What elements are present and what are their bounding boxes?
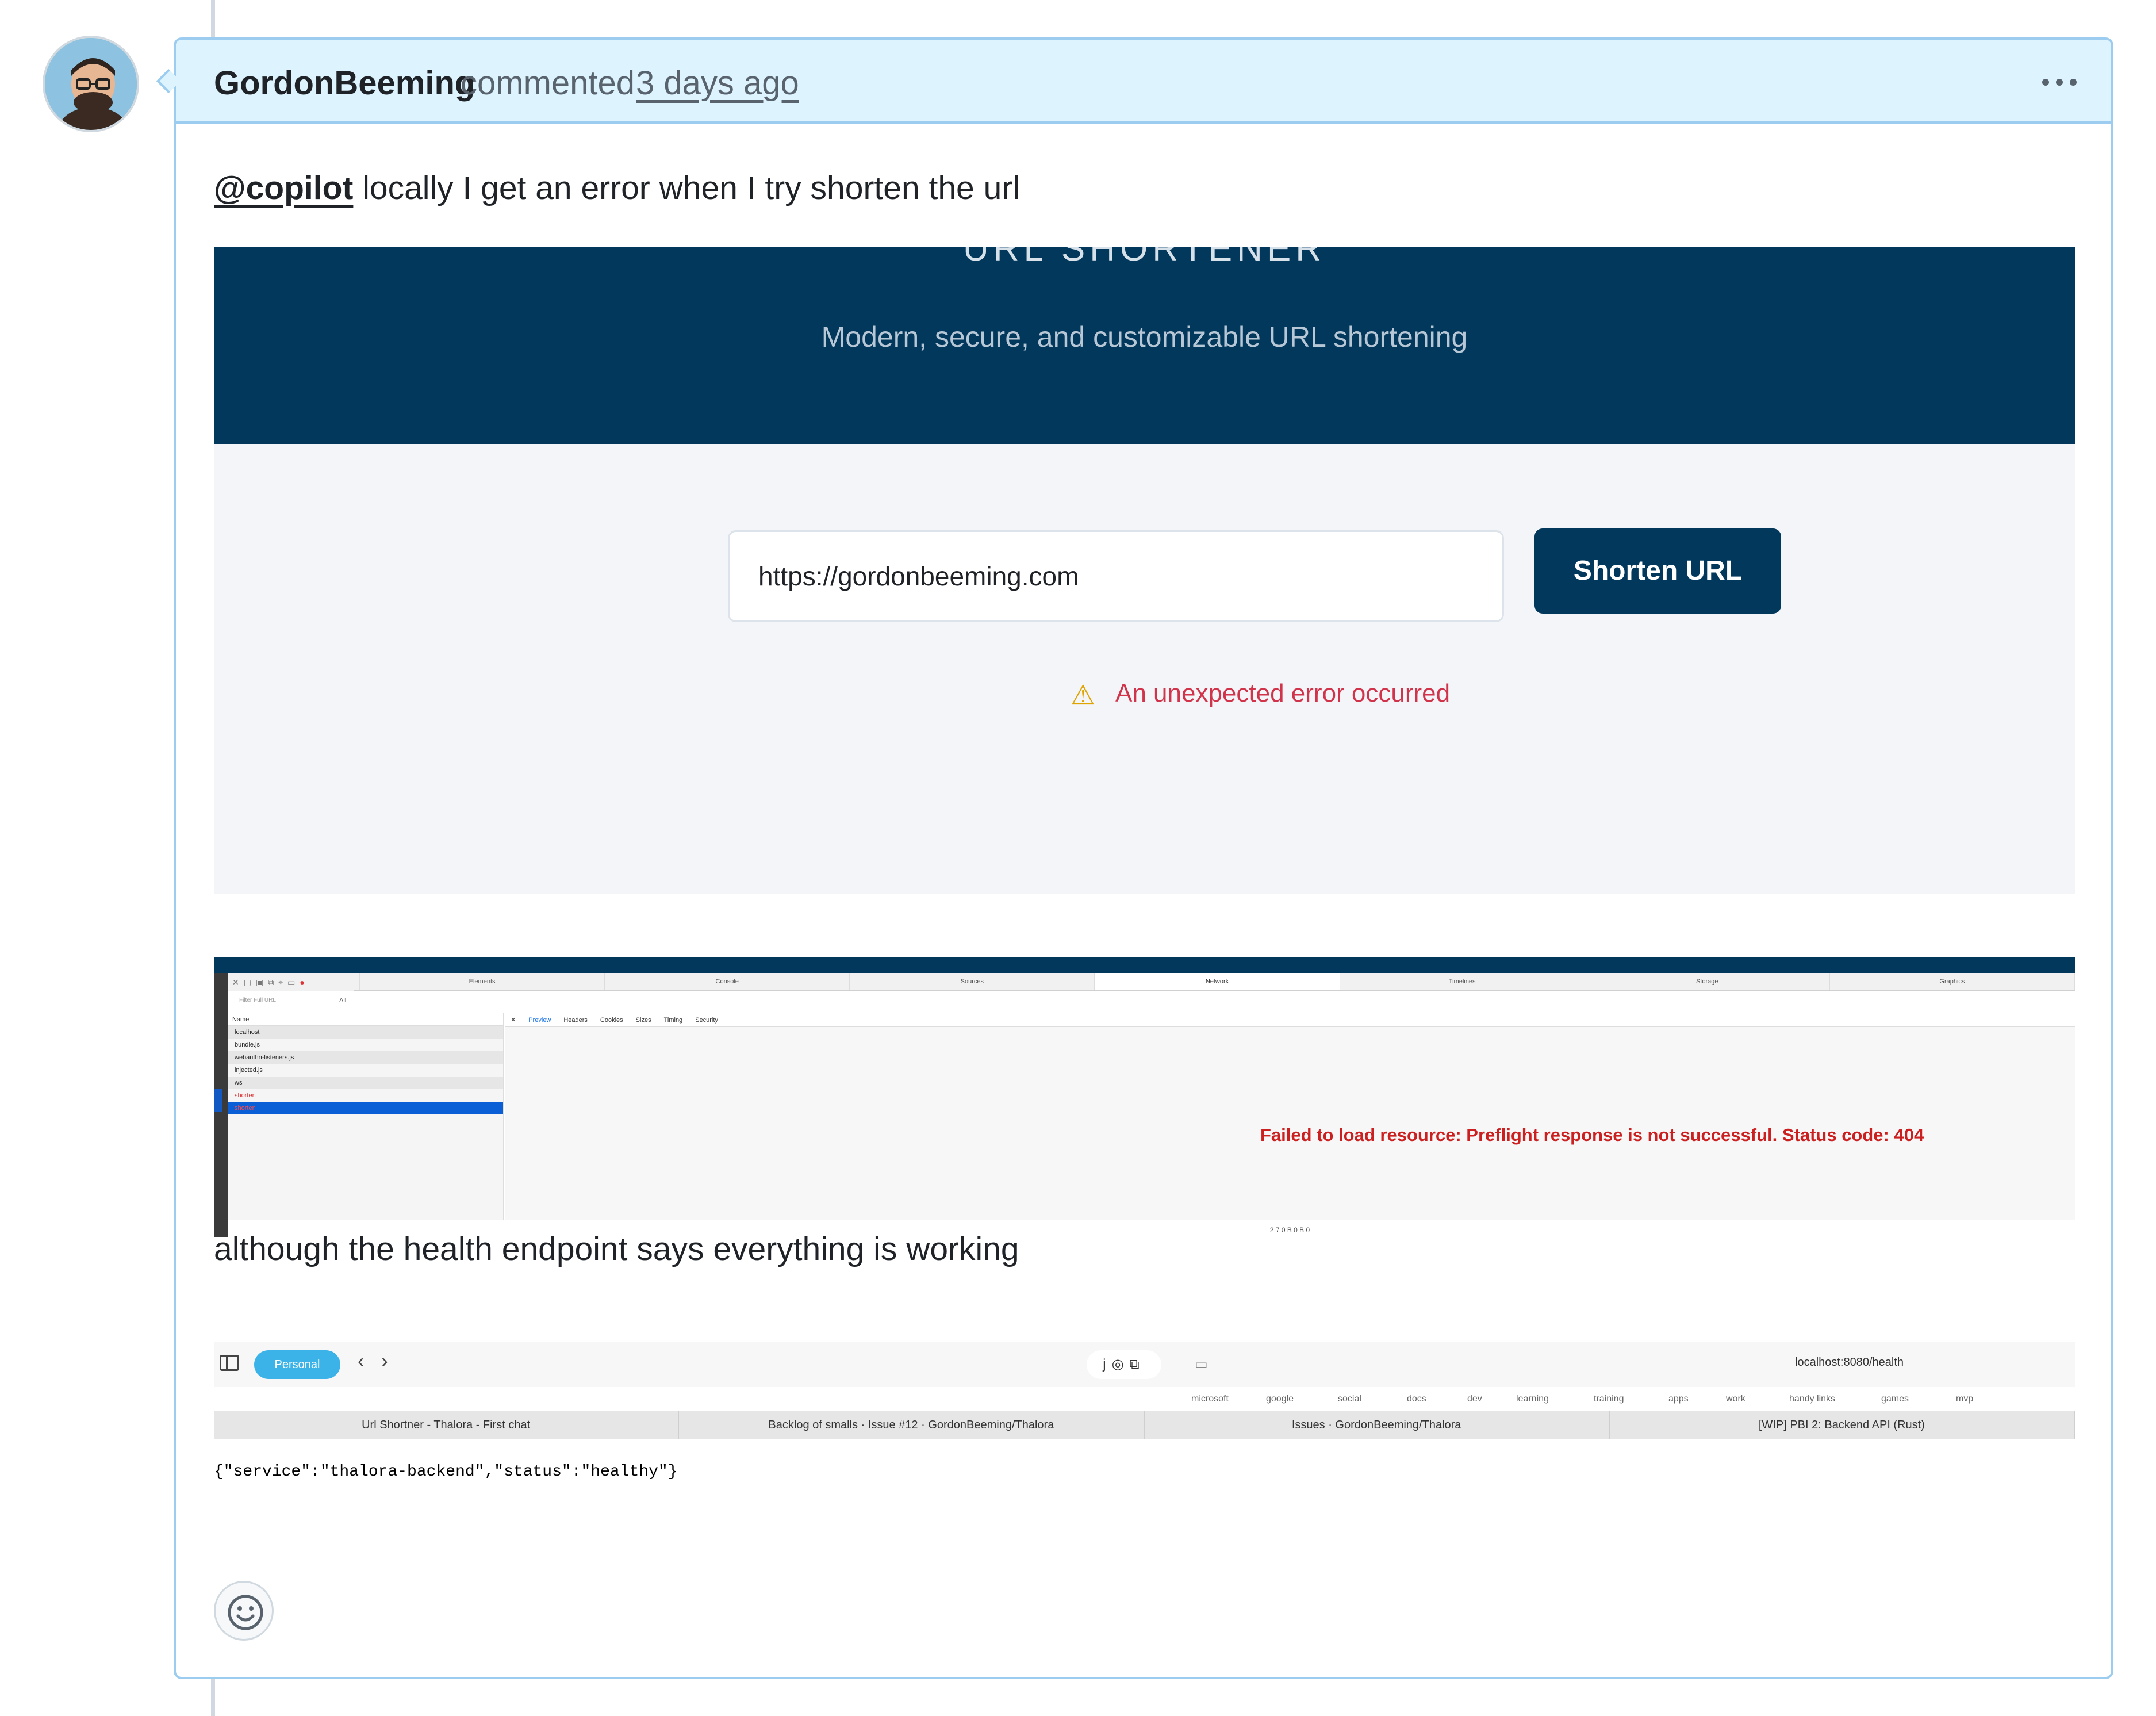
request-row-selected: shorten	[228, 1102, 503, 1114]
warning-icon: ⚠	[1071, 680, 1096, 711]
bookmark-folder: work	[1726, 1394, 1745, 1404]
request-row: ws	[228, 1077, 503, 1089]
address-bar: localhost:8080/health	[1795, 1356, 1904, 1369]
browser-tab: Url Shortner - Thalora - First chat	[214, 1411, 680, 1439]
devtools-filter-type: All	[339, 997, 347, 1004]
request-row: bundle.js	[235, 1041, 260, 1048]
timestamp-link[interactable]: 3 days ago	[636, 64, 799, 102]
detail-tab: Security	[695, 1016, 718, 1024]
devtools-tab: Storage	[1585, 973, 1830, 990]
bookmark-folder: handy links	[1789, 1394, 1836, 1404]
detail-tab: Sizes	[635, 1016, 651, 1024]
add-reaction-button[interactable]	[214, 1581, 274, 1641]
detail-tab: Cookies	[600, 1016, 623, 1024]
bookmark-folder: social	[1338, 1394, 1361, 1404]
browser-screenshot[interactable]: Personal ‹› j◎⧉ ▭ localhost:8080/health …	[214, 1342, 2075, 1497]
detail-tab: Preview	[528, 1016, 551, 1024]
avatar[interactable]	[43, 36, 139, 132]
image-gap	[214, 894, 2075, 920]
devtools-tab: Timelines	[1340, 973, 1585, 990]
close-icon: ✕	[511, 1017, 516, 1024]
request-row: webauthn-listeners.js	[228, 1051, 503, 1064]
mention-link[interactable]: @copilot	[214, 170, 353, 206]
devtools-tab: Sources	[850, 973, 1095, 990]
devtools-screenshot[interactable]: Elements Console Sources Network Timelin…	[214, 957, 2075, 1237]
devtools-top-bar	[214, 957, 2075, 973]
back-forward-icons: ‹›	[358, 1350, 405, 1372]
comment-box: GordonBeeming commented 3 days ago @copi…	[174, 37, 2113, 1679]
profile-button: Personal	[254, 1350, 340, 1379]
url-input: https://gordonbeeming.com	[728, 530, 1504, 622]
bookmark-folder: dev	[1467, 1394, 1482, 1404]
detail-tab: Timing	[663, 1016, 683, 1024]
bookmark-folder: microsoft	[1191, 1394, 1229, 1404]
avatar-image	[45, 38, 137, 130]
list-header: Name	[228, 1013, 503, 1026]
hero-banner: URL SHORTENER Modern, secure, and custom…	[214, 247, 2075, 444]
comment-header: GordonBeeming commented 3 days ago	[176, 40, 2111, 124]
devtools-error-message: Failed to load resource: Preflight respo…	[1260, 1125, 1924, 1145]
smiley-icon	[228, 1595, 263, 1630]
devtools-tab: Elements	[360, 973, 605, 990]
devtools-tabs: Elements Console Sources Network Timelin…	[228, 973, 2075, 991]
request-row: localhost	[228, 1026, 503, 1039]
extension-icons: j◎⧉	[1087, 1350, 1161, 1379]
shorten-url-button: Shorten URL	[1534, 528, 1781, 614]
intro-text: locally I get an error when I try shorte…	[353, 170, 1020, 206]
error-message: An unexpected error occurred	[1115, 679, 1451, 707]
bookmark-folder: training	[1594, 1394, 1624, 1404]
request-row: injected.js	[235, 1067, 263, 1074]
bookmark-folder: google	[1266, 1394, 1294, 1404]
kebab-horizontal-icon[interactable]	[2042, 65, 2077, 86]
comment-action: commented	[461, 64, 635, 102]
app-screenshot[interactable]: URL SHORTENER Modern, secure, and custom…	[214, 247, 2075, 920]
devtools-detail-body	[505, 1027, 2075, 1220]
health-response: {"service":"thalora-backend","status":"h…	[214, 1463, 678, 1481]
comment-intro: @copilot locally I get an error when I t…	[214, 169, 1020, 207]
devtools-tab-active: Network	[1095, 973, 1340, 990]
sidebar-toggle-icon	[220, 1355, 239, 1371]
browser-tab: Issues · GordonBeeming/Thalora	[1145, 1411, 1610, 1439]
browser-tab: Backlog of smalls · Issue #12 · GordonBe…	[679, 1411, 1145, 1439]
share-icon: ▭	[1195, 1357, 1208, 1372]
request-row-error: shorten	[235, 1092, 256, 1099]
devtools-tab: Console	[605, 973, 850, 990]
bookmark-folder: apps	[1668, 1394, 1689, 1404]
devtools-tool-icons: ✕ ▢ ▣ ⧉ ⌖ ▭ ●	[228, 973, 354, 991]
devtools-request-list: Name localhost bundle.js webauthn-listen…	[228, 1013, 504, 1220]
devtools-detail-tabs: ✕ Preview Headers Cookies Sizes Timing S…	[505, 1013, 2075, 1027]
comment-middle-text: although the health endpoint says everyt…	[214, 1231, 1019, 1267]
devtools-filter: Filter Full URL	[239, 997, 276, 1003]
hero-title: URL SHORTENER	[962, 247, 1326, 269]
bookmark-folder: games	[1881, 1394, 1909, 1404]
bookmarks-bar: microsoft google social docs dev learnin…	[214, 1388, 2075, 1411]
hero-subtitle: Modern, secure, and customizable URL sho…	[821, 321, 1468, 353]
browser-tabs: Url Shortner - Thalora - First chat Back…	[214, 1411, 2075, 1439]
browser-tab: [WIP] PBI 2: Backend API (Rust)	[1610, 1411, 2075, 1439]
bookmark-folder: learning	[1516, 1394, 1549, 1404]
detail-tab: Headers	[563, 1016, 588, 1024]
devtools-marker	[214, 1089, 222, 1112]
bookmark-folder: docs	[1407, 1394, 1426, 1404]
devtools-tab: Graphics	[1830, 973, 2075, 990]
author-link[interactable]: GordonBeeming	[214, 64, 475, 102]
bookmark-folder: mvp	[1956, 1394, 1974, 1404]
